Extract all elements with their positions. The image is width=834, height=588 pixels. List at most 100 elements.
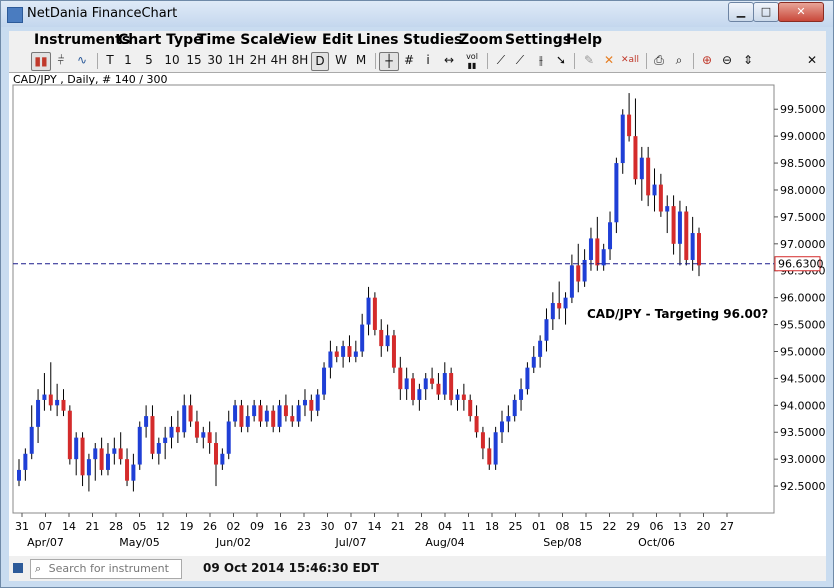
x-tick-label: 13: [673, 520, 687, 533]
candle-down: [391, 335, 396, 368]
grid-icon[interactable]: #: [401, 52, 417, 69]
delete-line-icon[interactable]: ✕: [601, 52, 617, 69]
timescale-10[interactable]: 10: [163, 52, 181, 69]
search-instrument-input[interactable]: ⌕ Search for instrument: [30, 559, 182, 579]
x-tick-label: 21: [391, 520, 405, 533]
candle-up: [499, 421, 504, 433]
x-tick-label: 06: [650, 520, 664, 533]
minimize-button[interactable]: ▁: [728, 2, 754, 22]
candle-up: [506, 416, 511, 422]
timescale-5[interactable]: 5: [143, 52, 155, 69]
x-month-label: May/05: [119, 536, 159, 549]
timescale-m[interactable]: M: [353, 52, 369, 69]
print-preview-icon[interactable]: ⌕: [671, 52, 687, 69]
candle-up: [296, 405, 301, 422]
candle-up: [538, 340, 543, 357]
status-timestamp: 09 Oct 2014 15:46:30 EDT: [203, 561, 379, 575]
candle-down: [175, 426, 180, 433]
ray-line-icon[interactable]: ⟋: [512, 52, 528, 69]
candle-up: [512, 399, 517, 417]
menu-view[interactable]: View: [279, 32, 317, 48]
x-tick-label: 30: [321, 520, 335, 533]
candle-down: [671, 206, 676, 244]
menu-settings[interactable]: Settings: [505, 32, 571, 48]
menu-edit[interactable]: Edit: [322, 32, 353, 48]
timescale-8h[interactable]: 8H: [290, 52, 310, 69]
candle-down: [188, 405, 193, 422]
fibonacci-icon[interactable]: ⫲: [533, 52, 549, 69]
menu-help[interactable]: Help: [566, 32, 602, 48]
menu-studies[interactable]: Studies: [403, 32, 462, 48]
delete-all-icon[interactable]: ✕all: [621, 52, 639, 69]
timescale-15[interactable]: 15: [185, 52, 203, 69]
x-tick-label: 29: [626, 520, 640, 533]
close-chart-icon[interactable]: ✕: [804, 52, 820, 69]
menu-instruments[interactable]: Instruments: [34, 32, 130, 48]
timescale-1[interactable]: 1: [122, 52, 134, 69]
timescale-t[interactable]: T: [103, 52, 117, 69]
chart-area[interactable]: CAD/JPY , Daily, # 140 / 300 92.5000 93.00…: [9, 72, 826, 556]
chart-header: CAD/JPY , Daily, # 140 / 300: [13, 73, 167, 86]
trend-line-icon[interactable]: ⟋: [493, 52, 509, 69]
crosshair-icon[interactable]: ┼: [379, 52, 399, 71]
candle-down: [309, 399, 314, 411]
print-icon[interactable]: ⎙: [651, 52, 667, 69]
timescale-2h[interactable]: 2H: [248, 52, 268, 69]
close-button[interactable]: ✕: [778, 2, 824, 22]
candle-down: [379, 329, 384, 347]
candle-down: [347, 346, 352, 357]
y-tick-label: 99.0000: [780, 130, 826, 143]
candlestick-chart[interactable]: CAD/JPY , Daily, # 140 / 300 92.5000 93.00…: [9, 73, 826, 556]
toolbar: ▮▮ ⫩ ∿ T 1 5 10 15 30 1H 2H 4H 8H D W M …: [9, 50, 826, 72]
candle-up: [608, 222, 613, 250]
status-bar: ⌕ Search for instrument 09 Oct 2014 15:4…: [9, 556, 826, 581]
candle-up: [201, 432, 206, 438]
fit-icon[interactable]: ⇕: [740, 52, 756, 69]
y-tick-label: 95.0000: [780, 345, 826, 358]
x-tick-label: 09: [250, 520, 264, 533]
candlestick-icon[interactable]: ▮▮: [31, 52, 51, 71]
x-tick-label: 18: [485, 520, 499, 533]
x-tick-label: 26: [203, 520, 217, 533]
ohlc-bar-icon[interactable]: ⫩: [53, 52, 69, 69]
line-chart-icon[interactable]: ∿: [73, 52, 91, 69]
timescale-30[interactable]: 30: [206, 52, 224, 69]
candle-down: [576, 265, 581, 282]
candle-up: [652, 184, 657, 196]
candle-up: [525, 367, 530, 390]
x-month-label: Aug/04: [425, 536, 464, 549]
candle-up: [86, 459, 91, 476]
candle-down: [461, 394, 466, 400]
candle-down: [646, 157, 651, 196]
menu-chart-type[interactable]: Chart Type: [118, 32, 203, 48]
x-tick-label: 12: [156, 520, 170, 533]
timescale-4h[interactable]: 4H: [269, 52, 289, 69]
candle-down: [258, 405, 263, 422]
timescale-1h[interactable]: 1H: [227, 52, 245, 69]
menu-lines[interactable]: Lines: [357, 32, 399, 48]
maximize-button[interactable]: □: [753, 2, 779, 22]
candle-down: [48, 394, 53, 406]
toolbar-separator: [97, 53, 98, 69]
zoom-in-icon[interactable]: ⊕: [699, 52, 715, 69]
zoom-out-icon[interactable]: ⊖: [719, 52, 735, 69]
candle-up: [112, 448, 117, 454]
x-tick-label: 01: [532, 520, 546, 533]
x-tick-label: 07: [39, 520, 53, 533]
menu-zoom[interactable]: Zoom: [459, 32, 503, 48]
pan-icon[interactable]: ↔: [440, 52, 458, 69]
x-tick-label: 23: [297, 520, 311, 533]
arrow-line-icon[interactable]: ➘: [554, 52, 568, 69]
volume-icon[interactable]: vol ▮▮: [462, 52, 482, 70]
candle-up: [322, 367, 327, 395]
candle-down: [290, 416, 295, 422]
x-tick-label: 31: [15, 520, 29, 533]
candle-up: [614, 163, 619, 223]
candle-down: [61, 399, 66, 411]
timescale-d[interactable]: D: [311, 52, 329, 71]
timescale-w[interactable]: W: [333, 52, 349, 69]
info-icon[interactable]: i: [422, 52, 434, 69]
menu-time-scale[interactable]: Time Scale: [197, 32, 282, 48]
pencil-icon[interactable]: ✎: [581, 52, 597, 69]
x-tick-label: 07: [344, 520, 358, 533]
